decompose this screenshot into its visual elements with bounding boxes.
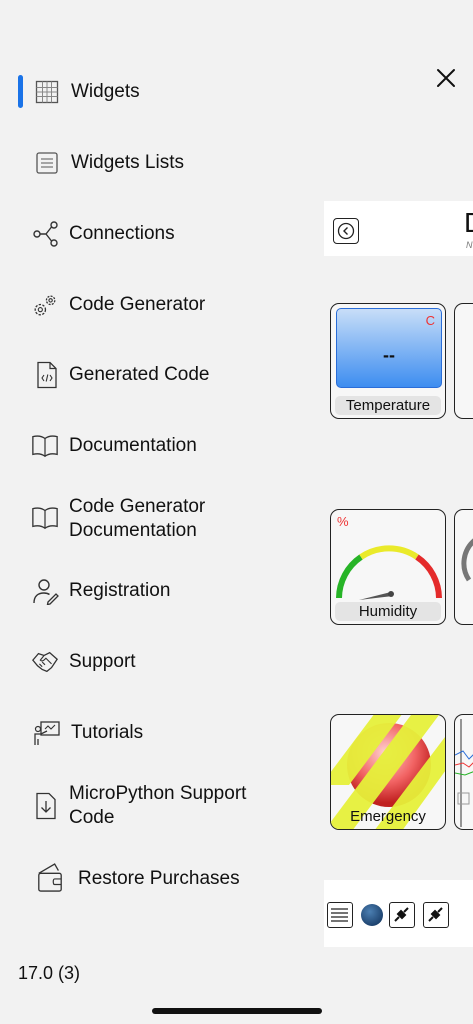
widget-card-partial[interactable] — [454, 509, 473, 625]
menu-label: Support — [69, 651, 136, 672]
close-icon — [437, 69, 455, 87]
menu-label: Documentation — [69, 435, 197, 456]
menu-item-restore-purchases[interactable]: Restore Purchases — [0, 862, 320, 896]
plug-icon — [394, 907, 409, 922]
humidity-widget-card[interactable]: % Humidity — [330, 509, 446, 625]
chevron-left-circle-icon — [337, 222, 355, 240]
app-version: 17.0 (3) — [18, 963, 81, 983]
handshake-icon — [31, 648, 59, 676]
menu-item-code-generator[interactable]: Code Generator — [0, 291, 320, 319]
widget-card-partial[interactable] — [454, 303, 473, 419]
temperature-value: -- — [383, 345, 395, 365]
connection-status-indicator — [361, 904, 383, 926]
menu-item-widgets-lists[interactable]: Widgets Lists — [0, 149, 320, 177]
temperature-unit: C — [425, 313, 435, 328]
gears-icon — [31, 291, 59, 319]
share-nodes-icon — [32, 220, 60, 248]
plug-icon — [428, 907, 443, 922]
menu-label: Registration — [69, 580, 171, 601]
temperature-widget-card[interactable]: C -- Temperature — [330, 303, 446, 419]
code-file-icon — [33, 361, 61, 389]
list-view-button[interactable] — [327, 902, 353, 928]
preview-title: D — [464, 208, 473, 238]
widget-card-partial[interactable] — [454, 714, 473, 830]
menu-label: Generated Code — [69, 364, 210, 385]
humidity-unit: % — [337, 514, 349, 529]
menu-item-code-generator-documentation[interactable]: Code Generator Documentation — [0, 495, 320, 543]
close-button[interactable] — [430, 62, 462, 94]
menu-item-tutorials[interactable]: Tutorials — [0, 719, 320, 747]
menu-label: MicroPython Support Code — [69, 783, 247, 828]
wallet-icon — [36, 863, 64, 892]
menu-item-support[interactable]: Support — [0, 648, 320, 676]
widget-card-label: Humidity — [335, 602, 441, 621]
gauge-partial-icon — [461, 538, 473, 582]
menu-item-widgets[interactable]: Widgets — [0, 78, 320, 106]
menu-label: Widgets — [71, 81, 140, 102]
humidity-gauge-icon — [336, 545, 442, 600]
user-sign-icon — [32, 577, 60, 605]
chart-partial-icon — [455, 719, 473, 827]
menu-label: Connections — [69, 223, 175, 244]
menu-label: Code Generator — [69, 294, 206, 315]
menu-label: Tutorials — [71, 722, 144, 743]
menu-label: Restore Purchases — [78, 868, 240, 889]
connect-button[interactable] — [389, 902, 415, 928]
book-icon — [31, 504, 59, 532]
widget-card-label: Emergency — [350, 808, 426, 825]
menu-item-documentation[interactable]: Documentation — [0, 432, 320, 460]
preview-back-button[interactable] — [333, 218, 359, 244]
menu-label: Widgets Lists — [71, 152, 184, 173]
menu-item-generated-code[interactable]: Generated Code — [0, 361, 320, 389]
emergency-widget-card[interactable]: Emergency — [330, 714, 446, 830]
presenter-icon — [33, 719, 61, 747]
menu-item-connections[interactable]: Connections — [0, 220, 320, 248]
menu-item-micropython-support-code[interactable]: MicroPython Support Code — [0, 782, 320, 830]
book-icon — [31, 432, 59, 460]
download-file-icon — [32, 792, 60, 820]
disconnect-button[interactable] — [423, 902, 449, 928]
menu-label: Code Generator Documentation — [69, 496, 206, 541]
list-icon — [33, 149, 61, 177]
preview-subtitle: N — [466, 240, 473, 250]
grid-icon — [33, 78, 61, 106]
list-icon — [331, 908, 348, 922]
widget-card-label: Temperature — [335, 396, 441, 415]
menu-item-registration[interactable]: Registration — [0, 577, 320, 605]
home-indicator[interactable] — [152, 1008, 322, 1014]
temperature-display: C -- — [336, 308, 442, 388]
